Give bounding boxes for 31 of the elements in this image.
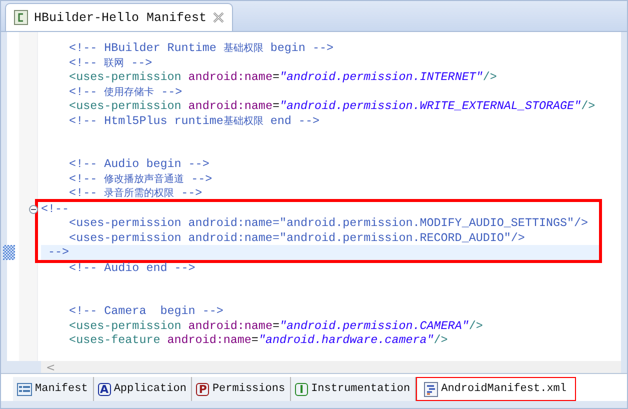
page-tab[interactable]: Manifest [13, 377, 94, 401]
xml-file-icon [424, 382, 438, 396]
code-line: <uses-permission android:name="android.permission.WRITE_EXTERNAL_STORAGE"/> [68, 99, 596, 114]
form-icon [17, 382, 32, 396]
code-line: <!-- Audio begin --> [68, 157, 210, 172]
code-line: <uses-feature android:name="android.hardware.camera"/> [68, 333, 448, 348]
code-line: <!-- [41, 202, 70, 216]
code-line: <uses-permission android:name="android.permission.RECORD_AUDIO"/> [68, 230, 525, 245]
code-line: <!-- 联网 --> [68, 56, 152, 71]
code-line: <uses-permission android:name="android.permission.MODIFY_AUDIO_SETTINGS"/> [68, 216, 588, 230]
code-line: <uses-permission android:name="android.permission.INTERNET"/> [68, 70, 497, 84]
code-line: <!-- 使用存储卡 --> [68, 84, 182, 100]
page-tab[interactable]: I Instrumentation [291, 377, 416, 401]
code-line: <!-- Html5Plus runtime基础权限 end --> [68, 114, 320, 129]
file-icon [14, 10, 28, 25]
code-line: <!-- HBuilder Runtime 基础权限 begin --> [68, 41, 334, 56]
letter-icon: P [196, 382, 210, 396]
code-line: <!-- 修改播放声音通道 --> [68, 172, 212, 187]
close-icon[interactable] [212, 12, 224, 23]
letter-icon: I [295, 382, 308, 396]
code-line: <!-- Camera begin --> [68, 304, 224, 318]
code-line: <uses-permission android:name="android.permission.CAMERA"/> [68, 318, 483, 333]
editor-tab[interactable]: HBuilder-Hello Manifest [5, 3, 233, 31]
page-tab[interactable]: AndroidManifest.xml [416, 377, 576, 401]
code-line: <!-- 录音所需的权限 --> [68, 186, 202, 202]
page-tab[interactable]: P Permissions [192, 377, 292, 401]
code-line: --> [47, 245, 70, 260]
page-tab[interactable]: A Application [94, 377, 192, 401]
collapse-icon[interactable] [29, 204, 38, 214]
code-line: <!-- Audio end --> [68, 260, 196, 275]
letter-icon: A [98, 382, 111, 396]
